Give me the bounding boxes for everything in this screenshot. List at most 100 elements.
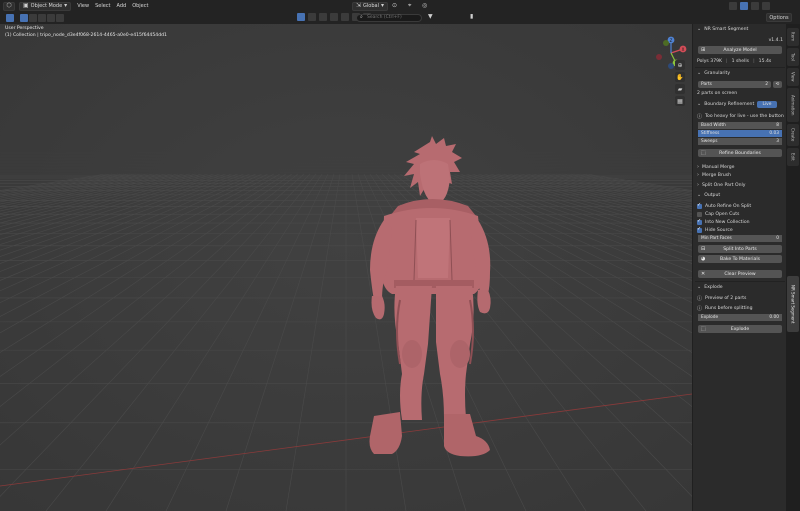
- menu-add[interactable]: Add: [117, 3, 127, 9]
- into-new-collection-checkbox[interactable]: Into New Collection: [697, 218, 783, 226]
- tab-animation[interactable]: Animation: [787, 88, 799, 122]
- cap-open-cuts-checkbox[interactable]: Cap Open Cuts: [697, 210, 783, 218]
- search-field[interactable]: ⌕ Search (Ctrl+F): [356, 14, 422, 22]
- tab-item[interactable]: Item: [787, 28, 799, 46]
- wireframe-shading-icon[interactable]: [729, 2, 737, 10]
- checkbox-checked-icon[interactable]: [697, 218, 702, 225]
- granularity-header[interactable]: ⌄ Granularity: [697, 69, 783, 77]
- solid-shading-icon[interactable]: [740, 2, 748, 10]
- hide-source-checkbox[interactable]: Hide Source: [697, 226, 783, 234]
- output-subpanel[interactable]: ⌄ Output: [697, 191, 783, 199]
- chevron-down-icon: ⌄: [697, 70, 702, 76]
- camera-view-icon[interactable]: ▰: [675, 84, 685, 94]
- pivot-icon[interactable]: ⊙: [392, 3, 397, 9]
- transform-orientation-dropdown[interactable]: ⇲ Global ▾: [352, 1, 388, 11]
- camera-icon[interactable]: [319, 13, 327, 21]
- explode-header[interactable]: ⌄ Explode: [697, 283, 783, 291]
- tab-view[interactable]: View: [787, 68, 799, 86]
- light-icon[interactable]: [330, 13, 338, 21]
- tab-edit[interactable]: Edit: [787, 148, 799, 166]
- divider: [695, 67, 785, 68]
- rendered-shading-icon[interactable]: [762, 2, 770, 10]
- header-row-menus: ⬡ ▣ Object Mode ▾ View Select Add Object…: [0, 0, 800, 12]
- mesh-icon[interactable]: [341, 13, 349, 21]
- bake-to-materials-label: Bake To Materials: [719, 256, 761, 262]
- zoom-icon[interactable]: ⊕: [675, 60, 685, 70]
- tab-tool[interactable]: Tool: [787, 48, 799, 66]
- gizmo-toggle-icon[interactable]: [297, 13, 305, 21]
- band-width-field[interactable]: Band Width 8: [698, 122, 782, 129]
- hide-source-label: Hide Source: [705, 227, 733, 233]
- mode-label: Object Mode: [30, 3, 63, 9]
- select-mode-extend-icon[interactable]: [29, 14, 37, 22]
- explode-button[interactable]: ⬚ Explode: [698, 325, 782, 333]
- version-label: v1.4.1: [768, 37, 783, 43]
- select-box-icon[interactable]: [6, 14, 14, 22]
- tab-create[interactable]: Create: [787, 124, 799, 146]
- sweeps-field[interactable]: Sweeps 3: [698, 138, 782, 145]
- refine-icon: ⬚: [701, 150, 706, 156]
- select-mode-intersect-icon[interactable]: [56, 14, 64, 22]
- tab-create-label: Create: [790, 128, 796, 142]
- gizmo-z-label: Z: [670, 38, 673, 43]
- cube-editor-icon: ⬡: [6, 2, 12, 9]
- divider: [695, 281, 785, 282]
- panel-title-row[interactable]: ⌄ NR Smart Segment: [697, 25, 783, 33]
- material-shading-icon[interactable]: [751, 2, 759, 10]
- chevron-down-icon: ⌄: [697, 101, 702, 107]
- select-mode-new-icon[interactable]: [20, 14, 28, 22]
- stiffness-field[interactable]: Stiffness 0.03: [698, 130, 782, 137]
- select-mode-subtract-icon[interactable]: [38, 14, 46, 22]
- checkbox-checked-icon[interactable]: [697, 226, 702, 233]
- min-part-faces-field[interactable]: Min Part Faces 0: [698, 235, 782, 242]
- split-one-part-subpanel[interactable]: › Split One Part Only: [697, 181, 783, 189]
- checkbox-checked-icon[interactable]: [697, 202, 702, 209]
- snap-icon[interactable]: ⌖: [408, 3, 411, 9]
- menu-select[interactable]: Select: [95, 3, 110, 9]
- split-into-parts-button[interactable]: ⊟ Split Into Parts: [698, 245, 782, 253]
- checkbox-unchecked-icon[interactable]: [697, 211, 702, 217]
- overlay-icon[interactable]: [308, 13, 316, 21]
- menu-view[interactable]: View: [77, 3, 89, 9]
- filter-icon[interactable]: ▼: [428, 14, 433, 20]
- refine-boundaries-button[interactable]: ⬚ Refine Boundaries: [698, 149, 782, 157]
- close-icon: ✕: [701, 271, 706, 277]
- viewport-grid: [0, 24, 692, 511]
- explode-title: Explode: [704, 284, 723, 290]
- options-dropdown[interactable]: Options: [766, 13, 792, 22]
- chevron-down-icon: ⌄: [697, 26, 702, 32]
- bake-to-materials-button[interactable]: ◕ Bake To Materials: [698, 255, 782, 263]
- live-toggle-button[interactable]: Live: [757, 101, 777, 108]
- merge-brush-subpanel[interactable]: › Merge Brush: [697, 171, 783, 179]
- cap-open-cuts-label: Cap Open Cuts: [705, 211, 740, 217]
- viewport-perspective-label: User Perspective: [5, 26, 44, 31]
- manual-merge-label: Manual Merge: [702, 164, 735, 170]
- parts-info-row: 2 parts on screen: [697, 89, 783, 97]
- split-into-parts-label: Split Into Parts: [723, 246, 757, 252]
- tab-animation-label: Animation: [790, 94, 796, 116]
- stats-row: Polys 379K | 1 shells | 15.4s: [697, 58, 772, 64]
- granularity-refresh-button[interactable]: ⟲: [773, 81, 782, 88]
- into-new-collection-label: Into New Collection: [705, 219, 750, 225]
- sweeps-value: 3: [776, 139, 779, 144]
- explode-amount-field[interactable]: Explode 0.00: [698, 314, 782, 321]
- granularity-preset-dropdown[interactable]: Parts 2: [698, 81, 771, 88]
- manual-merge-subpanel[interactable]: › Manual Merge: [697, 163, 783, 171]
- stat-shells: 1 shells: [731, 58, 750, 64]
- tab-nr-smart-segment-label: NR Smart Segment: [790, 284, 796, 324]
- grid-toggle-icon[interactable]: ▦: [675, 96, 685, 106]
- version-row: v1.4.1: [697, 36, 783, 44]
- select-mode-invert-icon[interactable]: [47, 14, 55, 22]
- 3d-viewport[interactable]: User Perspective (1) Collection | tripo_…: [0, 24, 692, 511]
- menu-object[interactable]: Object: [132, 3, 148, 9]
- bookmark-icon[interactable]: ▮: [470, 14, 473, 20]
- tab-nr-smart-segment[interactable]: NR Smart Segment: [787, 276, 799, 332]
- mode-dropdown[interactable]: ▣ Object Mode ▾: [19, 1, 72, 11]
- pan-hand-icon[interactable]: ✋: [675, 72, 685, 82]
- clear-preview-button[interactable]: ✕ Clear Preview: [698, 270, 782, 278]
- proportional-edit-icon[interactable]: ◎: [422, 3, 427, 9]
- explode-preview-label: Preview of 2 parts: [705, 295, 747, 301]
- auto-refine-checkbox[interactable]: Auto Refine On Split: [697, 202, 783, 210]
- editor-type-button[interactable]: ⬡: [3, 1, 15, 11]
- analyze-model-button[interactable]: ⊞ Analyze Model: [698, 46, 782, 54]
